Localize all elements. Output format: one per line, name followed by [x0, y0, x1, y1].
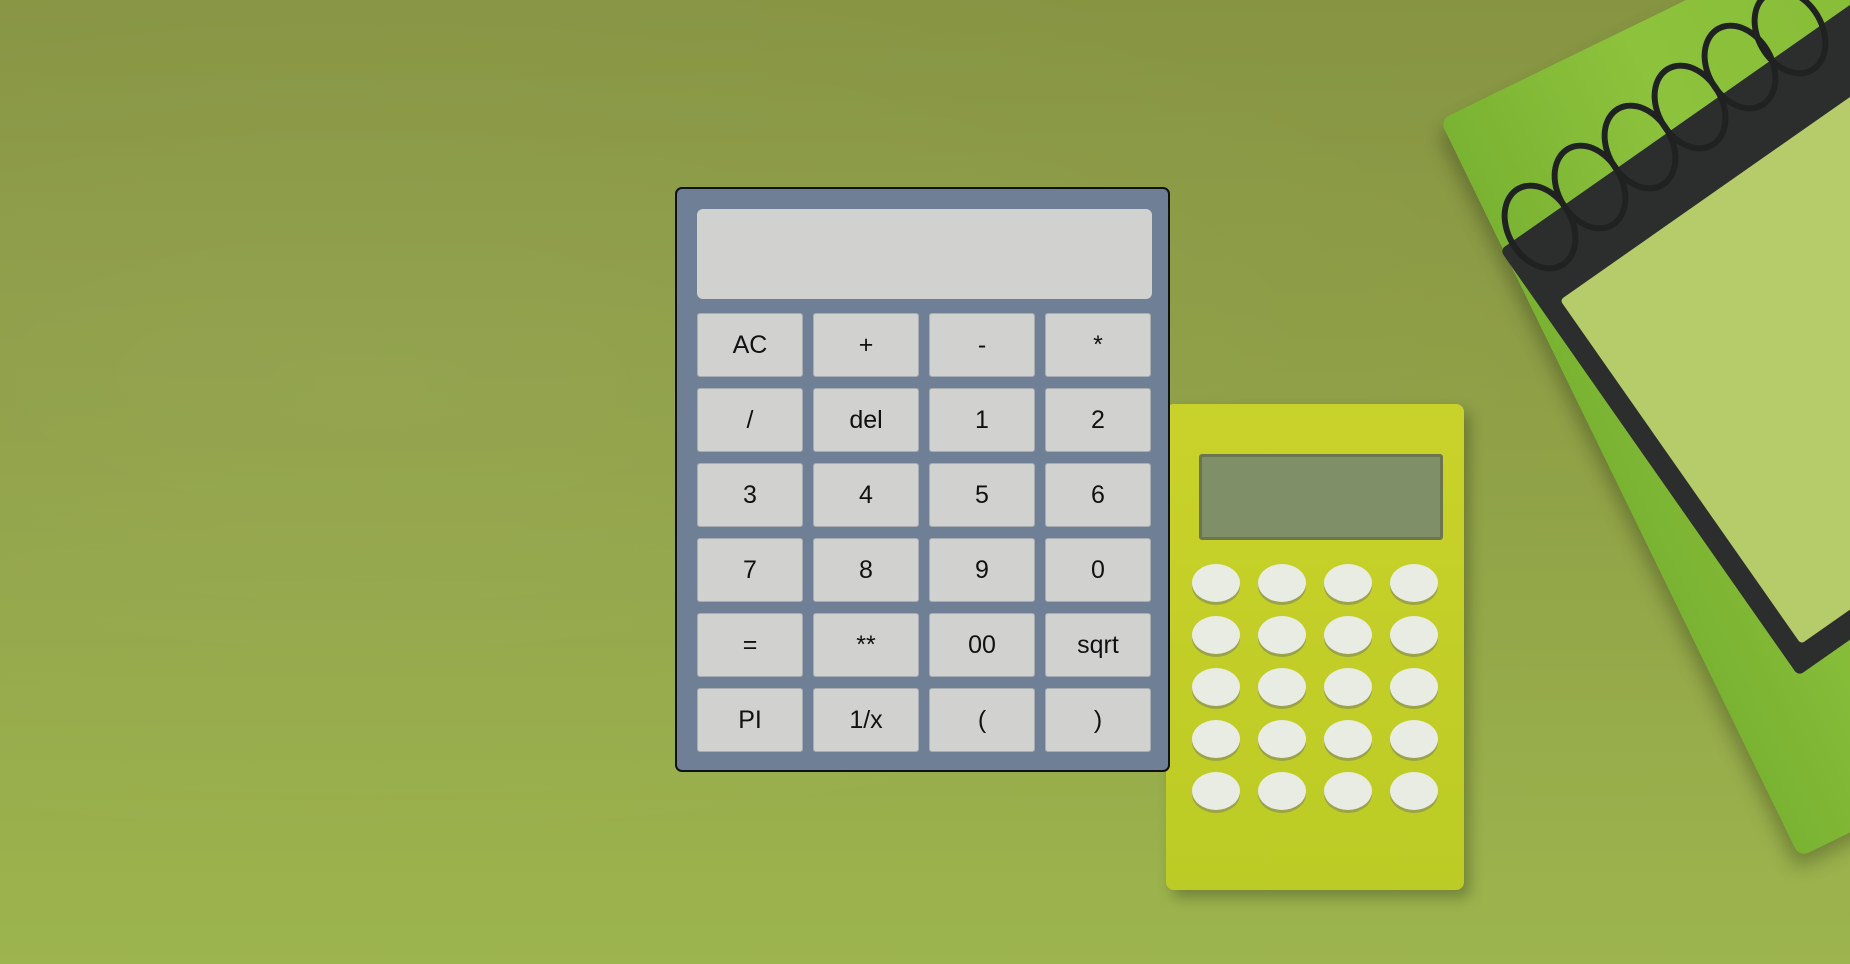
- calculator: AC + - * / del 1 2 3 4 5 6 7 8 9 0 = ** …: [675, 187, 1170, 772]
- digit-2-button[interactable]: 2: [1045, 388, 1151, 452]
- toy-calculator-decoration: [1166, 404, 1464, 890]
- toy-calculator-key: [1192, 668, 1240, 706]
- toy-calculator-key: [1258, 564, 1306, 602]
- double-zero-button[interactable]: 00: [929, 613, 1035, 677]
- digit-3-button[interactable]: 3: [697, 463, 803, 527]
- divide-button[interactable]: /: [697, 388, 803, 452]
- toy-calculator-key: [1390, 772, 1438, 810]
- toy-calculator-key: [1258, 772, 1306, 810]
- reciprocal-button[interactable]: 1/x: [813, 688, 919, 752]
- close-paren-button[interactable]: ): [1045, 688, 1151, 752]
- toy-calculator-key: [1192, 720, 1240, 758]
- toy-calculator-key: [1192, 564, 1240, 602]
- toy-calculator-key: [1390, 564, 1438, 602]
- delete-button[interactable]: del: [813, 388, 919, 452]
- toy-calculator-key: [1324, 772, 1372, 810]
- toy-calculator-key: [1324, 616, 1372, 654]
- toy-calculator-key: [1324, 720, 1372, 758]
- pi-button[interactable]: PI: [697, 688, 803, 752]
- digit-4-button[interactable]: 4: [813, 463, 919, 527]
- equals-button[interactable]: =: [697, 613, 803, 677]
- toy-calculator-key: [1258, 668, 1306, 706]
- calculator-keypad: AC + - * / del 1 2 3 4 5 6 7 8 9 0 = ** …: [697, 313, 1151, 752]
- digit-6-button[interactable]: 6: [1045, 463, 1151, 527]
- digit-7-button[interactable]: 7: [697, 538, 803, 602]
- add-button[interactable]: +: [813, 313, 919, 377]
- toy-calculator-key: [1192, 616, 1240, 654]
- toy-calculator-key: [1324, 668, 1372, 706]
- toy-calculator-keypad: [1192, 564, 1440, 810]
- toy-calculator-key: [1324, 564, 1372, 602]
- toy-calculator-key: [1390, 720, 1438, 758]
- open-paren-button[interactable]: (: [929, 688, 1035, 752]
- digit-8-button[interactable]: 8: [813, 538, 919, 602]
- calculator-display: [697, 209, 1152, 299]
- digit-1-button[interactable]: 1: [929, 388, 1035, 452]
- toy-calculator-key: [1192, 772, 1240, 810]
- clear-button[interactable]: AC: [697, 313, 803, 377]
- subtract-button[interactable]: -: [929, 313, 1035, 377]
- square-root-button[interactable]: sqrt: [1045, 613, 1151, 677]
- toy-calculator-screen: [1199, 454, 1443, 540]
- power-button[interactable]: **: [813, 613, 919, 677]
- toy-calculator-key: [1258, 616, 1306, 654]
- digit-0-button[interactable]: 0: [1045, 538, 1151, 602]
- multiply-button[interactable]: *: [1045, 313, 1151, 377]
- toy-calculator-key: [1258, 720, 1306, 758]
- toy-calculator-key: [1390, 616, 1438, 654]
- digit-9-button[interactable]: 9: [929, 538, 1035, 602]
- toy-calculator-key: [1390, 668, 1438, 706]
- digit-5-button[interactable]: 5: [929, 463, 1035, 527]
